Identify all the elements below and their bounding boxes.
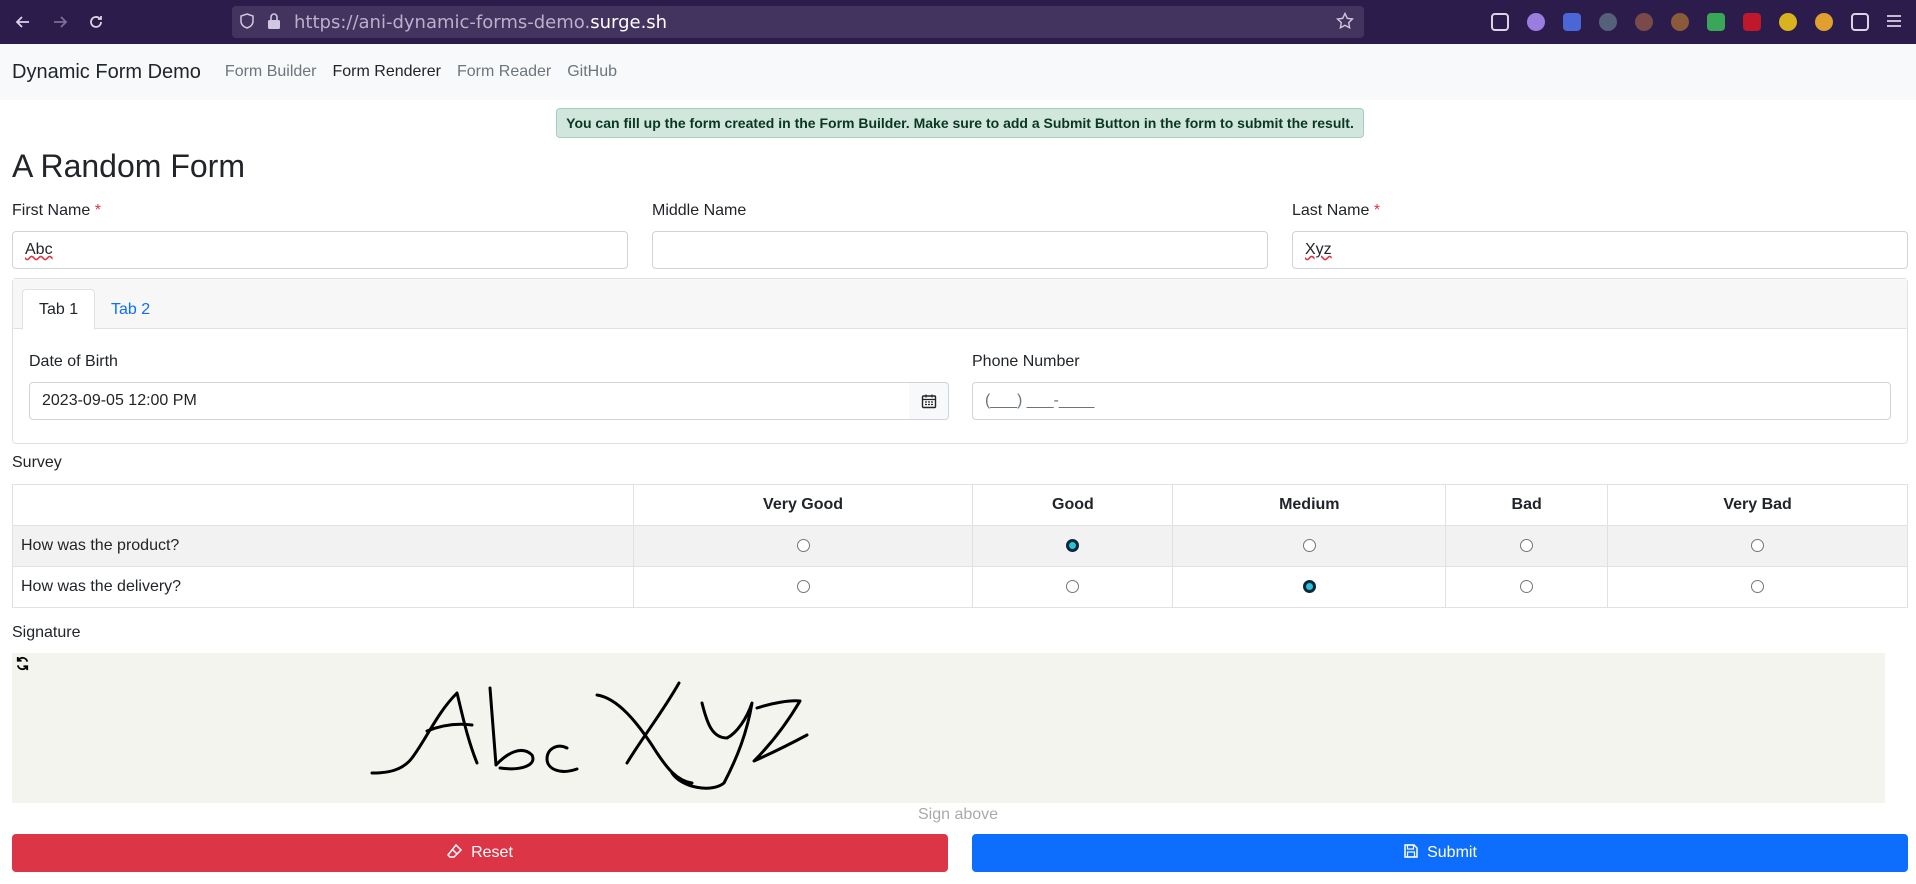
forward-icon[interactable] — [47, 9, 73, 35]
back-icon[interactable] — [10, 9, 36, 35]
tab-header: Tab 1 Tab 2 — [13, 279, 1907, 330]
bookmark-star-icon[interactable] — [1335, 11, 1355, 36]
menu-icon[interactable] — [1885, 12, 1903, 35]
survey-col-header: Good — [972, 484, 1174, 526]
survey-header-row: Very Good Good Medium Bad Very Bad — [12, 484, 1908, 526]
extension-icon[interactable] — [1563, 13, 1581, 31]
info-alert: You can fill up the form created in the … — [556, 108, 1364, 138]
last-name-input[interactable]: Xyz — [1292, 231, 1908, 269]
extension-icon[interactable] — [1779, 13, 1797, 31]
first-name-input[interactable]: Abc — [12, 231, 628, 269]
survey-radio[interactable] — [1520, 539, 1534, 553]
app-navbar: Dynamic Form Demo Form Builder Form Rend… — [0, 44, 1916, 100]
brand[interactable]: Dynamic Form Demo — [12, 61, 201, 84]
survey-radio[interactable] — [1302, 539, 1316, 553]
ublock-icon[interactable] — [1743, 13, 1761, 31]
extension-icon[interactable] — [1671, 13, 1689, 31]
signature-hint: Sign above — [917, 806, 999, 823]
lock-icon[interactable] — [266, 12, 282, 36]
reset-button[interactable]: Reset — [12, 834, 948, 872]
first-name-label: First Name * — [12, 202, 101, 219]
extension-icon[interactable] — [1599, 13, 1617, 31]
eraser-icon — [447, 843, 463, 864]
nav-links: Form Builder Form Renderer Form Reader G… — [225, 63, 633, 81]
survey-radio[interactable] — [1751, 580, 1765, 594]
dob-input[interactable]: 2023-09-05 12:00 PM — [29, 382, 910, 420]
survey-question: How was the product? — [12, 525, 634, 567]
form-title: A Random Form — [12, 148, 245, 184]
survey-col-header: Bad — [1445, 484, 1609, 526]
phone-label: Phone Number — [972, 353, 1080, 370]
survey-row: How was the product? — [12, 525, 1908, 567]
survey-radio[interactable] — [1066, 580, 1080, 594]
extension-icon[interactable] — [1815, 13, 1833, 31]
survey-label: Survey — [12, 454, 62, 471]
url-text: https://ani-dynamic-forms-demo.surge.sh — [294, 11, 668, 33]
extension-icon[interactable] — [1707, 13, 1725, 31]
reload-icon[interactable] — [83, 9, 109, 35]
signature-label: Signature — [12, 624, 81, 641]
survey-col-header: Very Bad — [1607, 484, 1908, 526]
submit-label: Submit — [1427, 844, 1477, 861]
survey-radio[interactable] — [1520, 580, 1534, 594]
survey-radio[interactable] — [796, 580, 810, 594]
survey-table: Very Good Good Medium Bad Very Bad How w… — [12, 484, 1908, 608]
dob-label: Date of Birth — [29, 353, 118, 370]
survey-radio[interactable] — [1751, 539, 1765, 553]
nav-form-renderer[interactable]: Form Renderer — [333, 63, 441, 81]
reset-label: Reset — [471, 844, 513, 861]
survey-row: How was the delivery? — [12, 566, 1908, 608]
account-icon[interactable] — [1527, 13, 1545, 31]
signature-drawing — [370, 681, 809, 790]
phone-input[interactable]: (___) ___-____ — [972, 382, 1891, 420]
save-icon — [1403, 843, 1419, 864]
tab-1[interactable]: Tab 1 — [22, 289, 96, 330]
nav-form-reader[interactable]: Form Reader — [457, 63, 551, 81]
survey-question: How was the delivery? — [12, 566, 634, 608]
shield-icon[interactable] — [238, 12, 256, 36]
survey-radio[interactable] — [1066, 539, 1080, 553]
last-name-label: Last Name * — [1292, 202, 1381, 219]
survey-radio[interactable] — [796, 539, 810, 553]
survey-col-header: Very Good — [632, 484, 974, 526]
tab-2[interactable]: Tab 2 — [95, 289, 166, 330]
submit-button[interactable]: Submit — [972, 834, 1908, 872]
browser-toolbar: https://ani-dynamic-forms-demo.surge.sh — [0, 0, 1916, 44]
middle-name-label: Middle Name — [652, 202, 747, 219]
survey-col-header: Medium — [1172, 484, 1447, 526]
nav-github[interactable]: GitHub — [567, 63, 617, 81]
survey-radio[interactable] — [1302, 580, 1316, 594]
extension-icon[interactable] — [1635, 13, 1653, 31]
nav-form-builder[interactable]: Form Builder — [225, 63, 317, 81]
survey-header-blank — [12, 484, 634, 526]
extensions-puzzle-icon[interactable] — [1851, 13, 1869, 31]
calendar-icon[interactable] — [909, 382, 949, 420]
middle-name-input[interactable] — [652, 231, 1268, 269]
pocket-icon[interactable] — [1491, 13, 1509, 31]
tabs-card: Tab 1 Tab 2 Date of Birth 2023-09-05 12:… — [12, 278, 1908, 444]
signature-pad[interactable] — [12, 653, 1885, 803]
url-bar[interactable]: https://ani-dynamic-forms-demo.surge.sh — [232, 6, 1364, 38]
